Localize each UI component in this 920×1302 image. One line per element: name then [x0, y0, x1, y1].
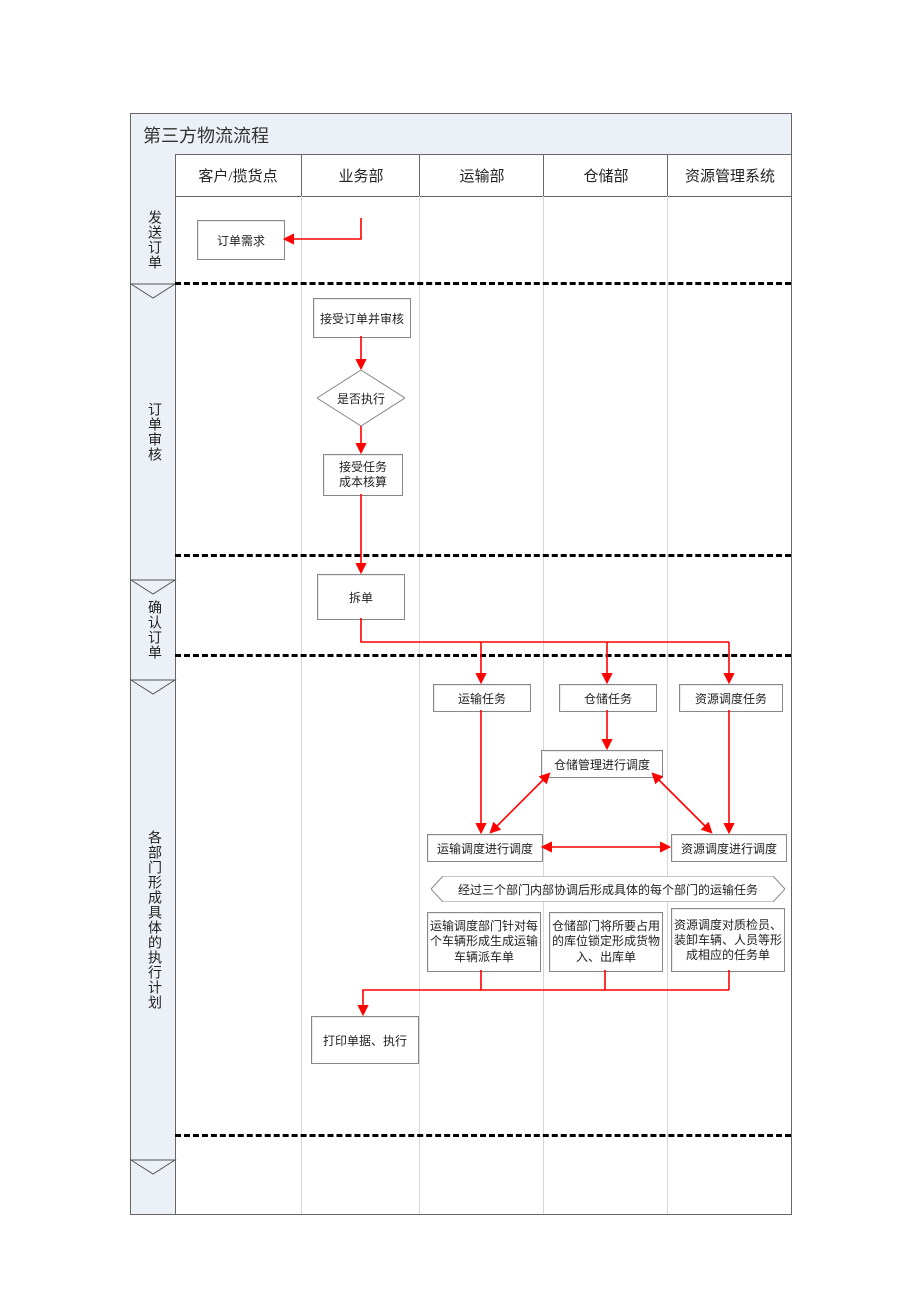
lane-header-business: 业务部 — [301, 154, 420, 196]
phase-confirm-order: 确认订单 — [131, 580, 175, 680]
lane-header-storage: 仓储部 — [543, 154, 668, 196]
phase-sep — [175, 1134, 791, 1137]
page: 第三方物流流程 发送订单 订单审核 确认订单 各部门形成具体的执行计划 客户 — [0, 0, 920, 1302]
phase-label: 各部门形成具体的执行计划 — [143, 830, 163, 1010]
node-split: 拆单 — [317, 574, 405, 620]
node-order-demand: 订单需求 — [197, 220, 285, 260]
node-print-exec: 打印单据、执行 — [311, 1016, 419, 1064]
node-accept-review: 接受订单并审核 — [313, 298, 411, 338]
node-transport-task: 运输任务 — [433, 684, 531, 712]
lane-sep — [419, 196, 420, 1214]
node-note-hex: 经过三个部门内部协调后形成具体的每个部门的运输任务 — [431, 876, 785, 902]
lane-sep — [543, 196, 544, 1214]
phase-sep — [175, 282, 791, 285]
lane-header-resource: 资源管理系统 — [667, 154, 792, 196]
phase-label: 确认订单 — [143, 600, 163, 660]
node-resource-sched: 资源调度进行调度 — [671, 834, 787, 862]
node-detail-storage: 仓储部门将所要占用的库位锁定形成货物入、出库单 — [549, 912, 663, 972]
diagram-title: 第三方物流流程 — [131, 114, 791, 156]
lane-sep — [667, 196, 668, 1214]
title-bar: 第三方物流流程 — [131, 114, 791, 155]
node-detail-resource: 资源调度对质检员、装卸车辆、人员等形成相应的任务单 — [671, 908, 785, 972]
phase-sep — [175, 554, 791, 557]
lane-sep — [301, 196, 302, 1214]
phase-label: 订单审核 — [143, 402, 163, 462]
phase-send-order: 发送订单 — [131, 196, 175, 284]
diagram-frame: 第三方物流流程 发送订单 订单审核 确认订单 各部门形成具体的执行计划 客户 — [130, 113, 792, 1215]
node-accept-task: 接受任务成本核算 — [323, 454, 403, 496]
node-detail-transport: 运输调度部门针对每个车辆形成生成运输车辆派车单 — [427, 912, 541, 972]
phase-order-review: 订单审核 — [131, 284, 175, 580]
lane-header-row: 客户/揽货点 业务部 运输部 仓储部 资源管理系统 — [175, 154, 791, 197]
node-transport-sched: 运输调度进行调度 — [427, 834, 543, 862]
node-storage-task: 仓储任务 — [559, 684, 657, 712]
node-decision: 是否执行 — [317, 370, 405, 426]
node-resource-task: 资源调度任务 — [679, 684, 783, 712]
phase-label: 发送订单 — [143, 210, 163, 270]
phase-sep — [175, 654, 791, 657]
lane-header-customer: 客户/揽货点 — [175, 154, 301, 196]
lane-header-transport: 运输部 — [419, 154, 544, 196]
phase-execute-plan: 各部门形成具体的执行计划 — [131, 680, 175, 1160]
phase-rail: 发送订单 订单审核 确认订单 各部门形成具体的执行计划 — [131, 154, 176, 1214]
node-storage-sched: 仓储管理进行调度 — [541, 750, 663, 778]
arrows-overlay — [131, 114, 791, 1214]
